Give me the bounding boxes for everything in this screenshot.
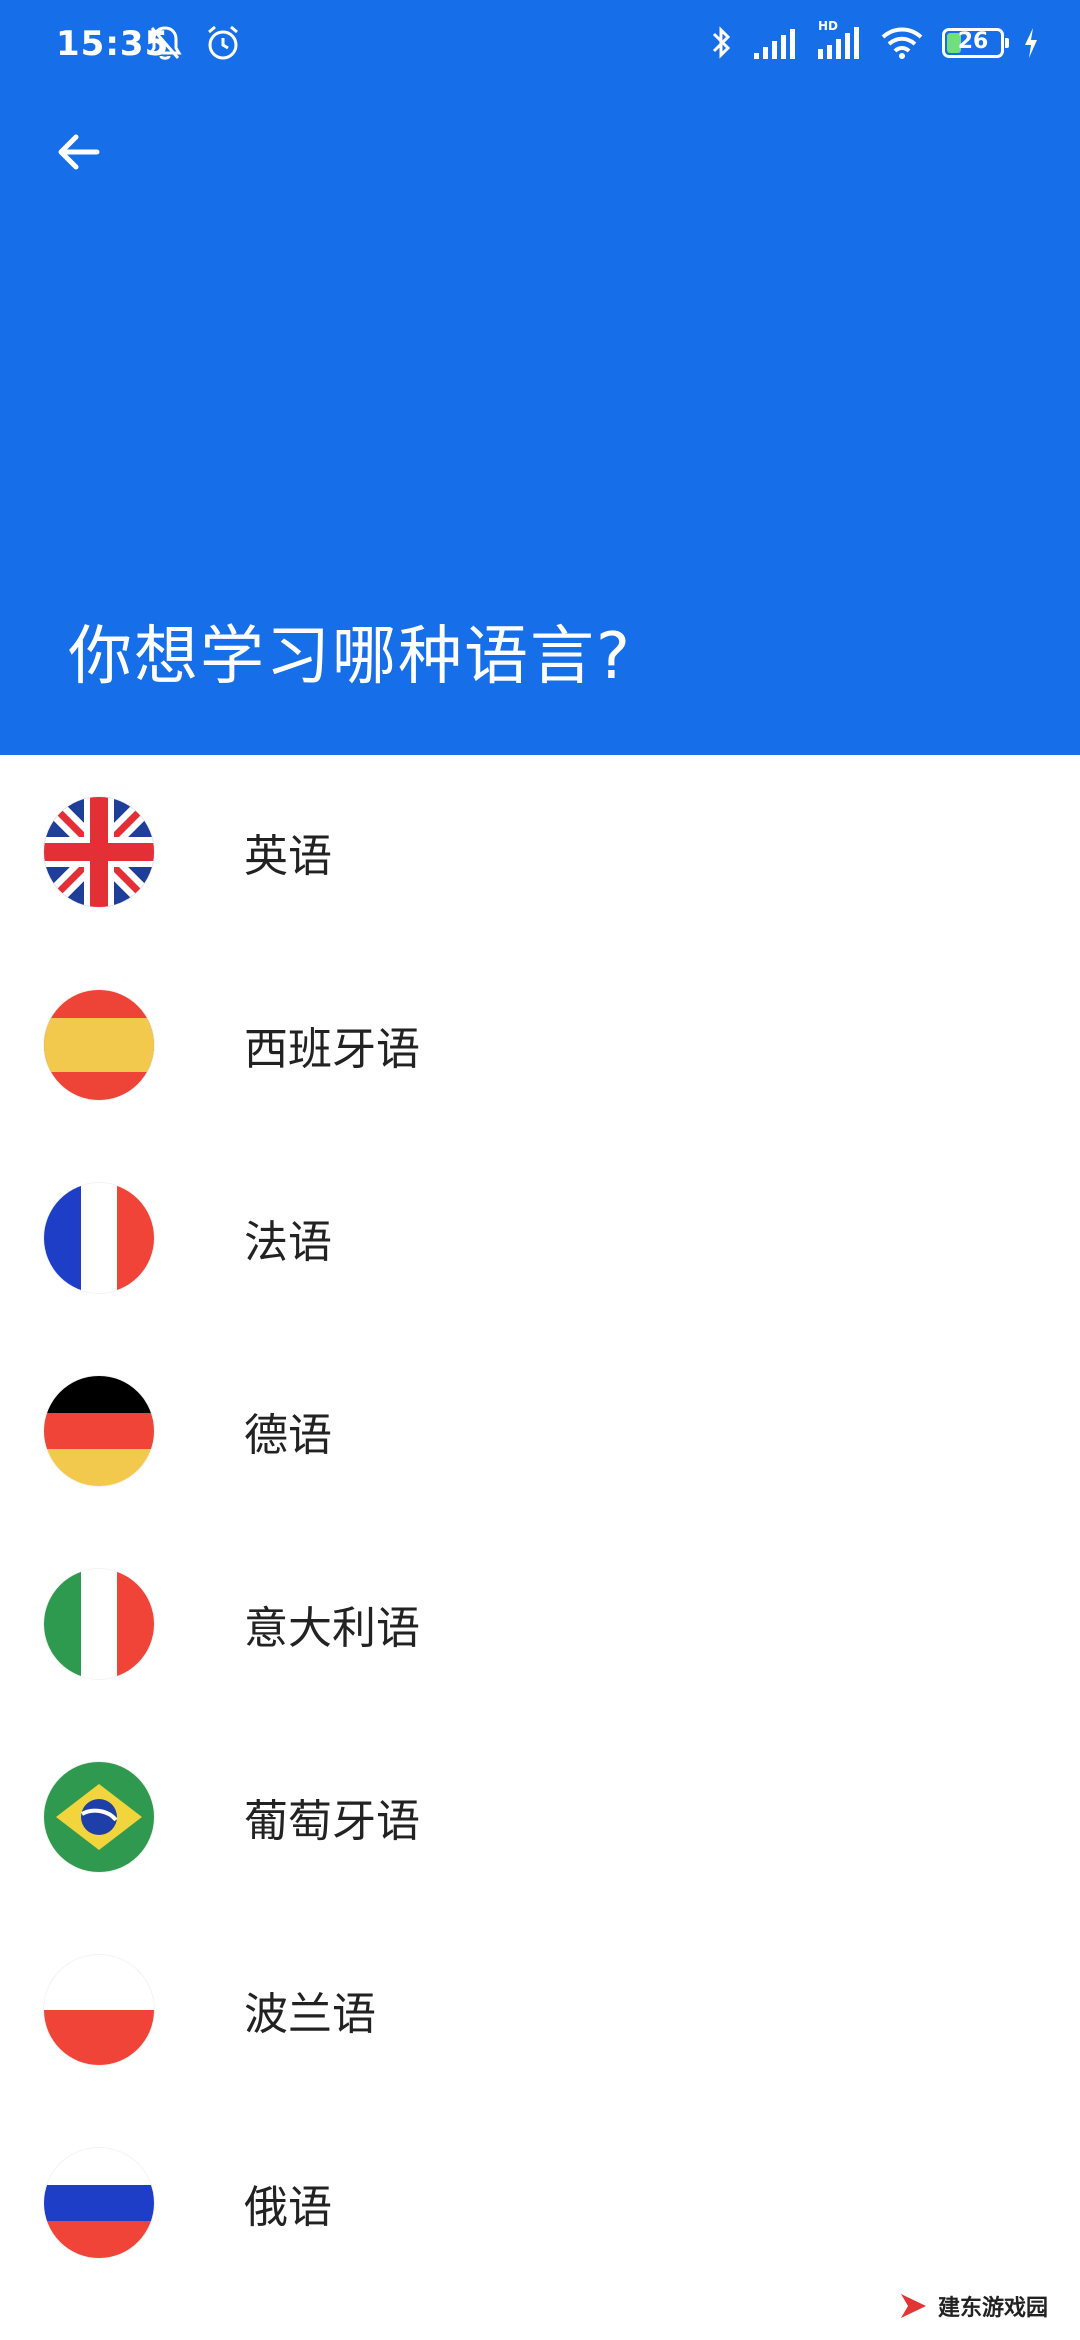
- hd-label: HD: [818, 19, 839, 33]
- language-label: 法语: [244, 1216, 332, 1268]
- hd-signal-icon: HD: [816, 19, 862, 61]
- battery-level: 26: [957, 29, 989, 54]
- poland-flag-icon: [44, 1954, 154, 2065]
- language-label: 俄语: [244, 2181, 332, 2233]
- language-label: 葡萄牙语: [244, 1795, 420, 1847]
- bluetooth-icon: [710, 24, 734, 62]
- status-left-icons: [148, 24, 242, 62]
- language-label: 英语: [244, 830, 332, 882]
- germany-flag-icon: [44, 1375, 154, 1486]
- language-item-portuguese[interactable]: 葡萄牙语: [0, 1720, 1080, 1913]
- language-item-french[interactable]: 法语: [0, 1141, 1080, 1334]
- arrow-left-icon: [58, 134, 100, 170]
- language-label: 德语: [244, 1409, 332, 1461]
- language-item-italian[interactable]: 意大利语: [0, 1527, 1080, 1720]
- language-item-spanish[interactable]: 西班牙语: [0, 948, 1080, 1141]
- watermark-logo-icon: [900, 2294, 926, 2318]
- language-list: 英语 西班牙语 法语 德语 意大利语 葡萄牙语 波兰语 俄语: [0, 755, 1080, 2299]
- italy-flag-icon: [44, 1568, 154, 1679]
- notification-muted-icon: [148, 24, 182, 62]
- page-title: 你想学习哪种语言?: [68, 620, 632, 694]
- watermark: 建东游戏园: [898, 2290, 1048, 2322]
- battery-icon: 26: [942, 28, 1009, 58]
- spain-flag-icon: [44, 989, 154, 1100]
- back-button[interactable]: [38, 112, 118, 192]
- language-label: 西班牙语: [244, 1023, 420, 1075]
- language-item-polish[interactable]: 波兰语: [0, 1913, 1080, 2106]
- watermark-text: 建东游戏园: [937, 2296, 1048, 2321]
- uk-flag-icon: [44, 796, 154, 907]
- alarm-icon: [204, 24, 242, 62]
- russia-flag-icon: [44, 2147, 154, 2258]
- france-flag-icon: [44, 1182, 154, 1293]
- language-label: 波兰语: [244, 1988, 376, 2040]
- language-item-german[interactable]: 德语: [0, 1334, 1080, 1527]
- wifi-icon: [880, 25, 924, 61]
- charging-icon: [1022, 26, 1040, 60]
- header: 15:35 HD 26 你想学习哪种语言?: [0, 0, 1080, 755]
- status-bar: 15:35 HD 26: [0, 0, 1080, 100]
- language-label: 意大利语: [244, 1602, 420, 1654]
- signal-icon: [752, 25, 798, 61]
- language-item-russian[interactable]: 俄语: [0, 2106, 1080, 2299]
- brazil-flag-icon: [44, 1761, 154, 1872]
- status-right-icons: HD 26: [710, 19, 1040, 62]
- language-item-english[interactable]: 英语: [0, 755, 1080, 948]
